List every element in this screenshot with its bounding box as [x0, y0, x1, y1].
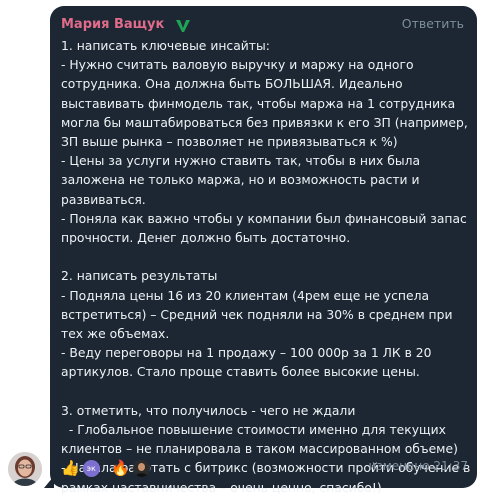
sender-avatar[interactable] — [8, 452, 42, 486]
thumbs-up-icon: 👍 — [61, 459, 80, 477]
avatar-photo — [8, 452, 42, 486]
message-header: Мария Ващук Ответить — [61, 14, 466, 36]
message-meta: изменено 21:37 — [369, 459, 468, 473]
message-bubble[interactable]: Мария Ващук Ответить 1. написать ключевы… — [50, 6, 477, 494]
sender-name[interactable]: Мария Ващук — [61, 15, 164, 35]
chat-view: Мария Ващук Ответить 1. написать ключевы… — [0, 0, 483, 494]
message-text: 1. написать ключевые инсайты: - Нужно сч… — [61, 39, 471, 494]
message-time: 21:37 — [433, 459, 468, 473]
reaction-fire[interactable]: 🔥 — [111, 456, 150, 480]
fire-icon: 🔥 — [111, 459, 130, 477]
reply-button[interactable]: Ответить — [402, 14, 464, 34]
reaction-thumbs-up[interactable]: 👍 эк — [61, 456, 100, 480]
message-footer: 👍 эк 🔥 изменено 21:37 — [61, 456, 468, 480]
reactor-avatar: эк — [82, 459, 100, 477]
reactor-avatar — [132, 459, 150, 477]
edited-label: изменено — [368, 459, 430, 473]
check-mark-icon — [175, 17, 191, 33]
